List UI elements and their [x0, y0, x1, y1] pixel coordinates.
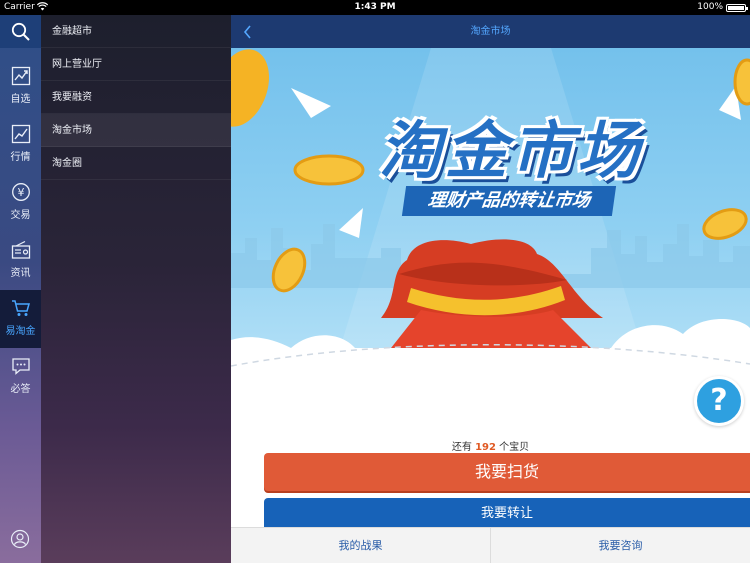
bottom-tab-bar: 我的战果 我要咨询 — [231, 527, 750, 563]
submenu-item-financial-supermarket[interactable]: 金融超市 — [41, 15, 231, 48]
rail-item-label: 自选 — [10, 94, 31, 105]
market-chart-icon — [11, 124, 31, 144]
rail-item-yitaojin[interactable]: 易淘金 — [0, 290, 41, 348]
page-title: 淘金市场 — [470, 26, 511, 37]
sweep-goods-button[interactable]: 我要扫货 — [264, 453, 750, 491]
svg-text:¥: ¥ — [17, 186, 24, 199]
rail-item-label: 行情 — [10, 152, 31, 163]
tab-my-results[interactable]: 我的战果 — [231, 528, 490, 563]
rail-item-label: 资讯 — [10, 268, 31, 279]
submenu-item-taojin-market[interactable]: 淘金市场 — [41, 114, 231, 147]
battery-percentage: 100% — [697, 2, 723, 12]
submenu-item-financing[interactable]: 我要融资 — [41, 81, 231, 114]
remaining-count: 192 — [475, 442, 496, 453]
banner-title: 淘金市场 — [378, 114, 643, 187]
remaining-suffix: 个宝贝 — [499, 442, 530, 453]
yen-coin-icon: ¥ — [11, 182, 31, 202]
remaining-prefix: 还有 — [451, 442, 472, 453]
user-profile-button[interactable] — [10, 529, 30, 549]
search-button[interactable] — [0, 15, 41, 48]
stock-chart-icon — [11, 66, 31, 86]
submenu-item-taojin-circle[interactable]: 淘金圈 — [41, 147, 231, 180]
rail-item-label: 交易 — [10, 210, 31, 221]
tab-consult[interactable]: 我要咨询 — [490, 528, 750, 563]
sub-menu: 金融超市 网上营业厅 我要融资 淘金市场 淘金圈 — [41, 15, 231, 563]
rail-item-label: 必答 — [10, 384, 31, 395]
radio-news-icon — [11, 240, 31, 260]
rail-item-label: 易淘金 — [5, 326, 36, 337]
rail-item-market[interactable]: 行情 — [0, 116, 41, 174]
remaining-count-text: 还有 192 个宝贝 — [231, 438, 750, 453]
battery-icon — [726, 4, 748, 12]
rail-item-qa[interactable]: 必答 — [0, 348, 41, 406]
chat-bubble-icon — [11, 356, 31, 376]
status-bar: Carrier 1:43 PM 100% — [0, 0, 750, 15]
user-icon — [10, 529, 30, 549]
icon-rail: 自选 行情 ¥ 交易 资讯 易淘金 必答 — [0, 15, 41, 563]
nav-bar: 淘金市场 — [231, 15, 750, 48]
banner-subtitle: 理财产品的转让市场 — [401, 186, 617, 216]
cart-icon — [11, 298, 31, 318]
rail-item-trade[interactable]: ¥ 交易 — [0, 174, 41, 232]
main-content: 淘金市场 淘金市场 理财产品的转让市场 ? 还有 192 个宝贝 我要扫货 我要… — [231, 15, 750, 563]
submenu-item-online-hall[interactable]: 网上营业厅 — [41, 48, 231, 81]
help-button[interactable]: ? — [694, 376, 744, 426]
rail-item-news[interactable]: 资讯 — [0, 232, 41, 290]
search-icon — [11, 22, 30, 41]
promo-banner: 淘金市场 理财产品的转让市场 — [231, 48, 750, 378]
clock: 1:43 PM — [354, 2, 396, 12]
rail-item-watchlist[interactable]: 自选 — [0, 58, 41, 116]
